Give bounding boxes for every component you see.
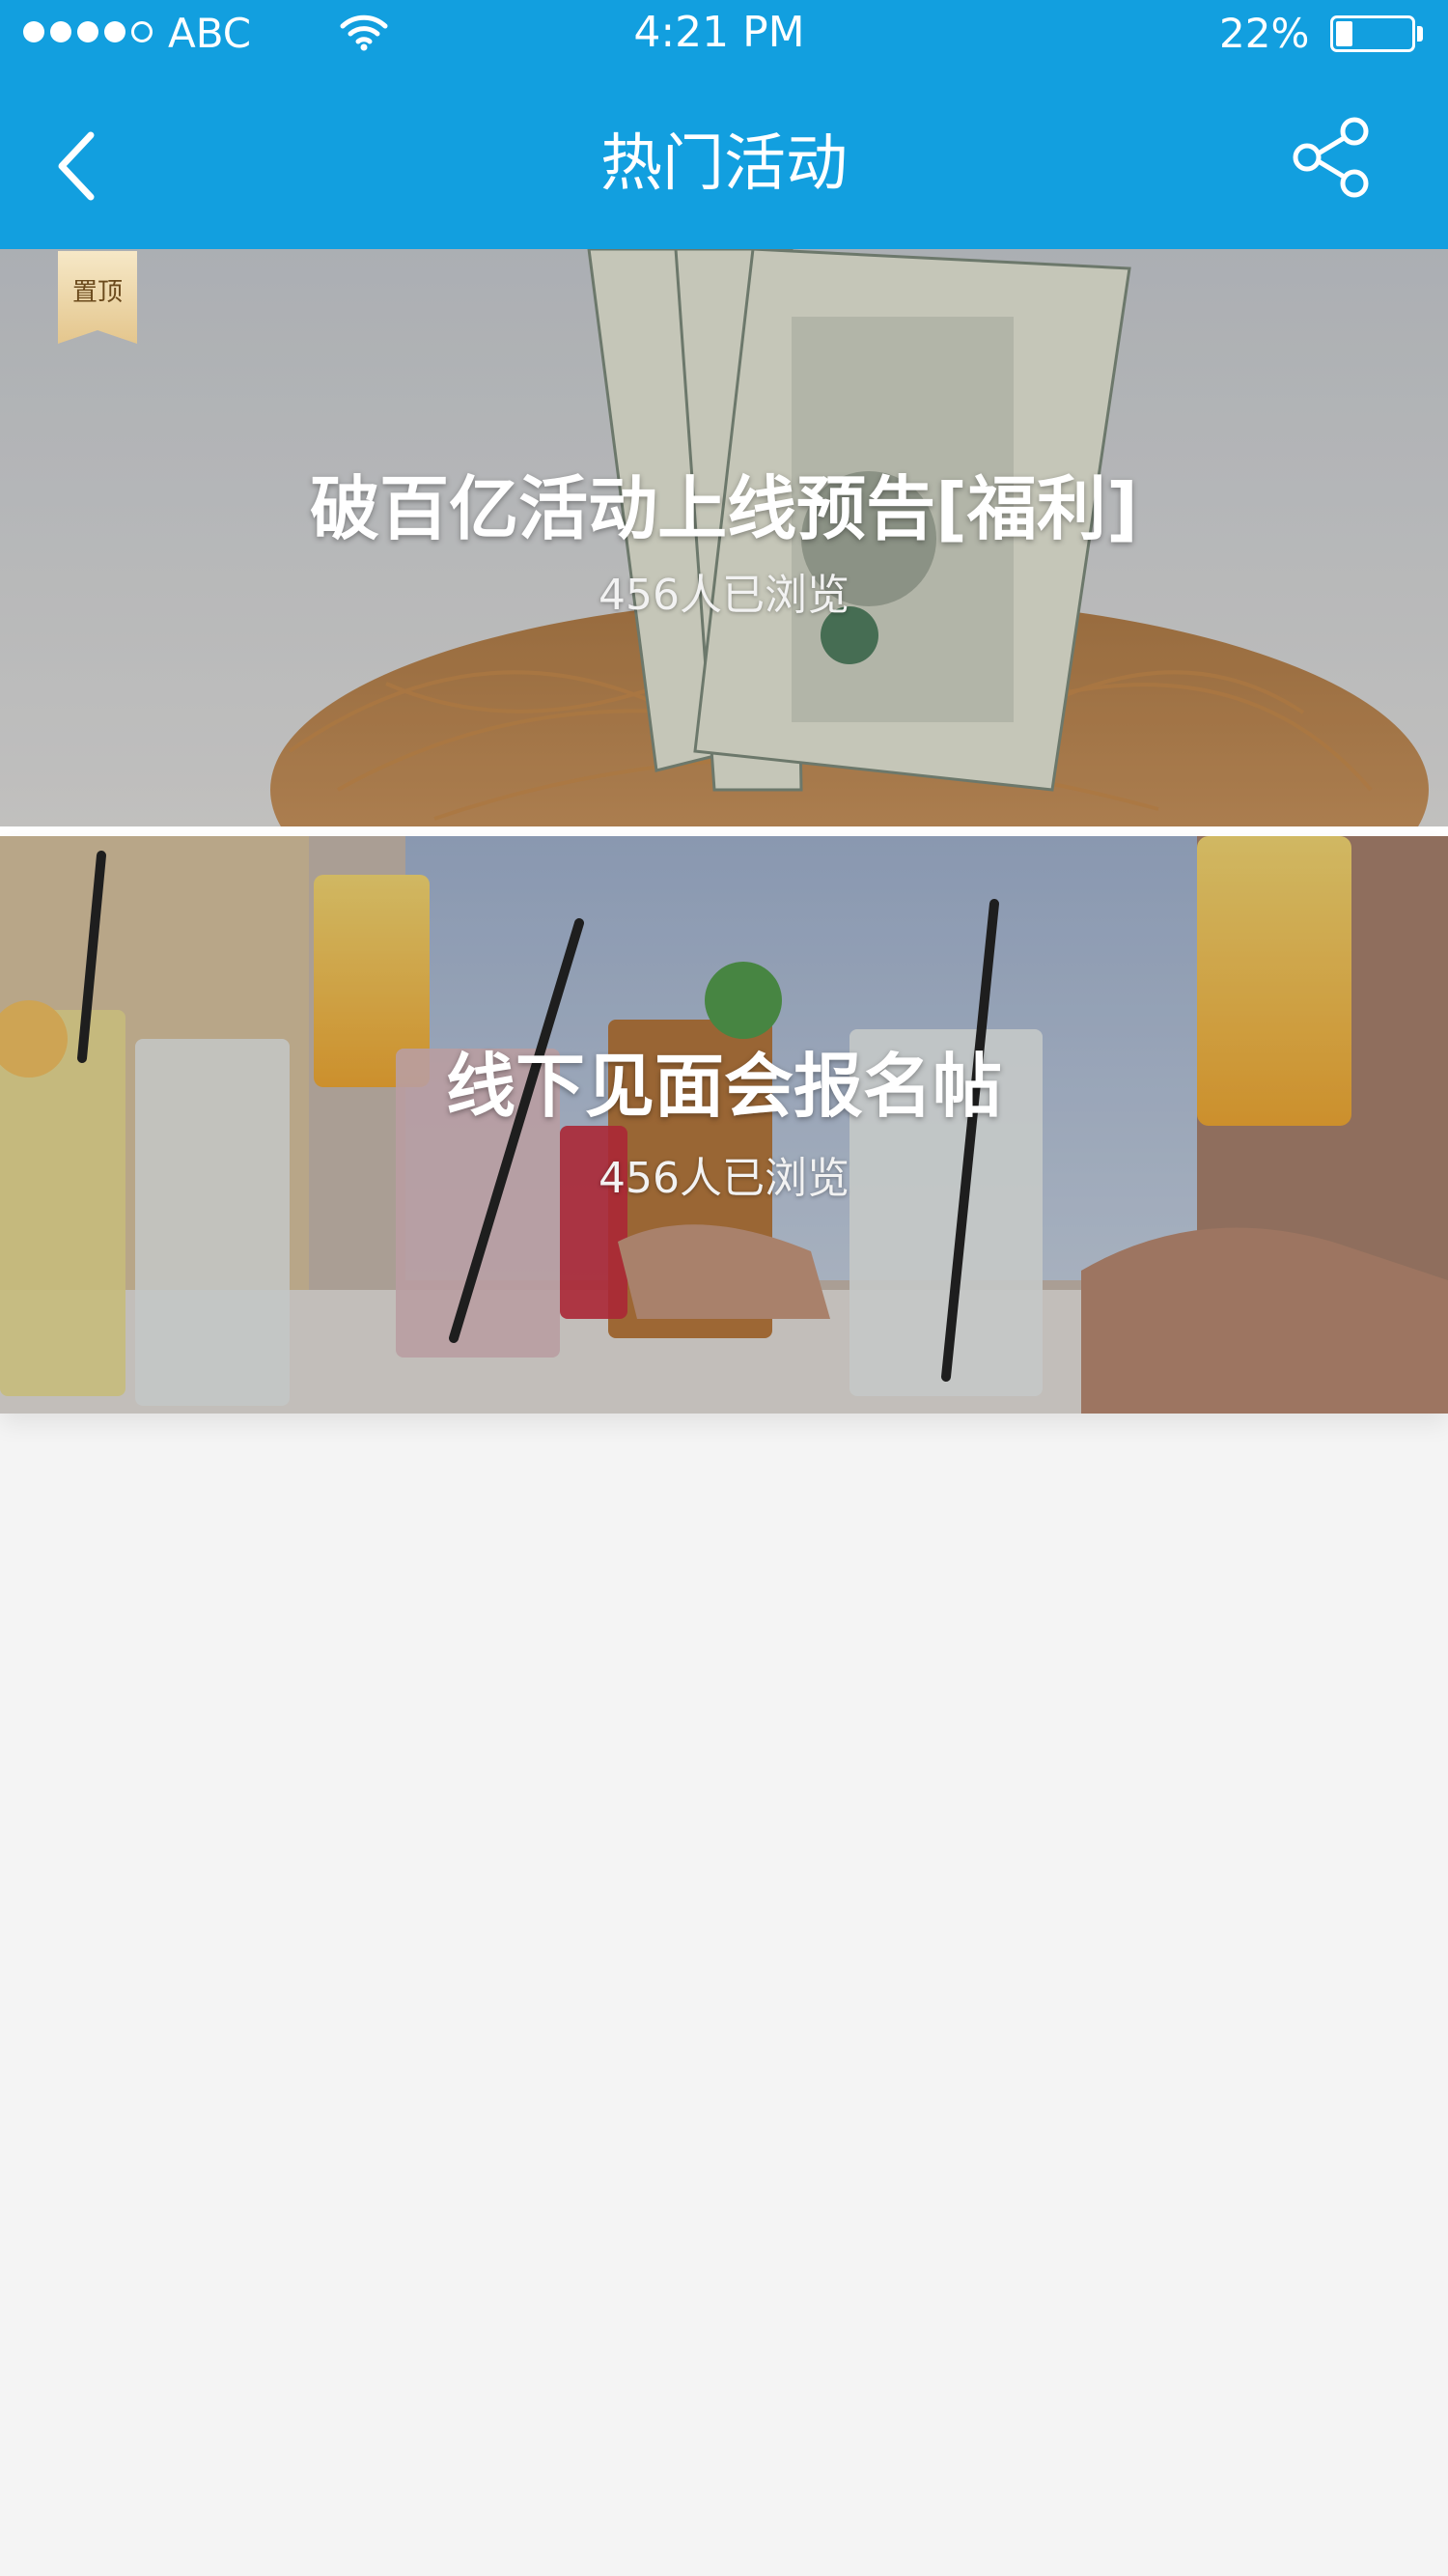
activity-view-count: 456人已浏览 [599, 1154, 849, 1203]
share-icon [1293, 117, 1369, 198]
activity-card[interactable]: 线下见面会报名帖 456人已浏览 [0, 836, 1448, 1414]
activity-view-count: 456人已浏览 [599, 571, 849, 620]
header-bar: ABC 4:21 PM 22% 热门活动 [0, 0, 1448, 249]
activity-title: 破百亿活动上线预告[福利] [310, 468, 1138, 549]
battery-icon [1330, 15, 1415, 52]
battery-level-fill [1336, 21, 1352, 46]
page-title: 热门活动 [600, 128, 848, 200]
pinned-label: 置顶 [71, 278, 123, 307]
battery-tip [1417, 26, 1423, 42]
activity-title: 线下见面会报名帖 [445, 1046, 1002, 1127]
status-bar: ABC 4:21 PM 22% [0, 0, 1448, 68]
activity-card[interactable]: 破百亿活动上线预告[福利] 456人已浏览 [0, 249, 1448, 826]
card-divider [0, 826, 1448, 836]
share-button[interactable] [1289, 114, 1376, 201]
battery-percent: 22% [1219, 10, 1310, 57]
